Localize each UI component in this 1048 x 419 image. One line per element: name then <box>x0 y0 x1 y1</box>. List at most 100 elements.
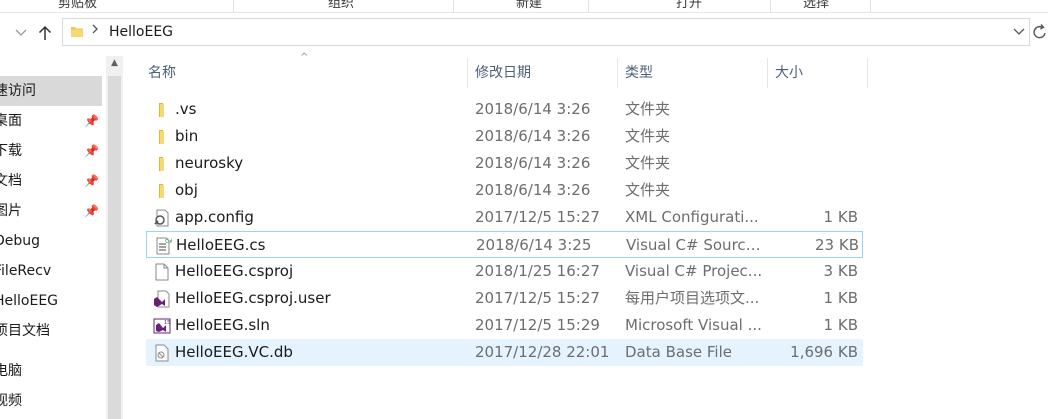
nav-item-pictures[interactable]: 图片 📌 <box>0 196 102 226</box>
up-button[interactable] <box>36 22 54 44</box>
address-dropdown-button[interactable] <box>1013 25 1025 39</box>
nav-item-documents[interactable]: 文档 📌 <box>0 166 102 196</box>
file-name: bin <box>175 127 199 145</box>
pin-icon: 📌 <box>84 174 99 188</box>
refresh-icon <box>1033 24 1046 39</box>
ribbon-separator <box>770 0 771 12</box>
file-row[interactable]: HelloEEG.csproj.user 2017/12/5 15:27 每用户… <box>146 285 863 312</box>
chevron-down-icon <box>15 29 27 36</box>
file-size: 1 KB <box>823 316 858 334</box>
ribbon-label-select: 选择 <box>803 0 830 11</box>
file-row[interactable]: app.config 2017/12/5 15:27 XML Configura… <box>146 204 863 231</box>
file-row[interactable]: bin 2018/6/14 3:26 文件夹 <box>146 123 863 150</box>
nav-item-videos[interactable]: 视频 <box>0 386 102 416</box>
scrollbar-thumb[interactable] <box>108 76 121 419</box>
nav-item-label: 桌面 <box>0 113 22 129</box>
file-date-modified: 2018/1/25 16:27 <box>475 262 600 280</box>
column-header-size[interactable]: 大小 <box>767 58 867 88</box>
file-date-modified: 2017/12/5 15:27 <box>475 289 600 307</box>
pin-icon: 📌 <box>84 144 99 158</box>
file-row[interactable]: .vs 2018/6/14 3:26 文件夹 <box>146 96 863 123</box>
arrow-up-icon <box>38 25 52 40</box>
file-date-modified: 2018/6/14 3:26 <box>475 181 591 199</box>
ribbon-separator <box>870 0 871 12</box>
file-row[interactable]: obj 2018/6/14 3:26 文件夹 <box>146 177 863 204</box>
nav-item-label: 电脑 <box>0 363 22 379</box>
file-name: HelloEEG.cs <box>176 236 266 254</box>
folder-icon <box>152 96 172 123</box>
nav-item-filerecv[interactable]: FileRecv <box>0 256 102 286</box>
navigation-pane: 速访问 桌面 📌 下载 📌 文档 📌 图片 📌 Debug FileRecv Hello… <box>0 56 106 419</box>
file-name: HelloEEG.csproj <box>175 262 294 280</box>
navigation-pane-scrollbar[interactable]: ▲ <box>106 56 123 419</box>
file-type: Microsoft Visual ... <box>625 316 762 334</box>
nav-item-label: FileRecv <box>0 263 52 279</box>
file-size: 1,696 KB <box>790 343 858 361</box>
file-size: 3 KB <box>823 262 858 280</box>
ribbon-label-open: 打开 <box>676 0 703 11</box>
svg-text:C#: C# <box>165 238 172 245</box>
file-name: HelloEEG.VC.db <box>175 343 293 361</box>
chevron-right-icon[interactable] <box>91 23 99 38</box>
file-date-modified: 2017/12/5 15:29 <box>475 316 600 334</box>
nav-item-desktop[interactable]: 桌面 📌 <box>0 106 102 136</box>
folder-icon <box>152 150 172 177</box>
nav-item-quick-access[interactable]: 速访问 <box>0 76 102 106</box>
csharp-file-icon: C# <box>153 232 173 259</box>
file-type: 文件夹 <box>625 154 671 172</box>
file-row-hovered[interactable]: HelloEEG.VC.db 2017/12/28 22:01 Data Bas… <box>146 339 863 366</box>
file-name: HelloEEG.csproj.user <box>175 289 331 307</box>
pin-icon: 📌 <box>84 114 99 128</box>
file-date-modified: 2017/12/5 15:27 <box>475 208 600 226</box>
nav-item-label: Debug <box>0 233 41 249</box>
file-name: neurosky <box>175 154 244 172</box>
file-name: obj <box>175 181 198 199</box>
ribbon-separator <box>588 0 589 12</box>
column-header-name[interactable]: 名称 <box>140 58 467 88</box>
file-row-focused[interactable]: C# HelloEEG.cs 2018/6/14 3:25 Visual C# … <box>146 231 863 258</box>
ribbon-label-new: 新建 <box>516 0 543 11</box>
address-path-segment[interactable]: HelloEEG <box>109 24 173 40</box>
refresh-button[interactable] <box>1033 24 1047 45</box>
address-bar-row: HelloEEG <box>0 14 1048 52</box>
file-size <box>775 96 858 123</box>
ribbon-group-labels: 剪贴板 组织 新建 打开 选择 <box>0 0 1048 13</box>
nav-item-project-docs[interactable]: 项目文档 <box>0 316 102 346</box>
file-size <box>775 123 858 150</box>
nav-item-debug[interactable]: Debug <box>0 226 102 256</box>
column-header-date-modified[interactable]: 修改日期 <box>467 58 617 88</box>
file-size <box>775 177 858 204</box>
file-size: 1 KB <box>823 208 858 226</box>
nav-item-label: 视频 <box>0 393 22 409</box>
file-type: 文件夹 <box>625 100 671 118</box>
file-type: 每用户项目选项文... <box>625 289 760 307</box>
file-date-modified: 2018/6/14 3:26 <box>475 100 591 118</box>
ribbon-label-organize: 组织 <box>328 0 355 11</box>
pin-icon: 📌 <box>84 204 99 218</box>
nav-item-label: 下载 <box>0 143 22 159</box>
visual-studio-file-icon <box>152 285 172 312</box>
folder-icon <box>70 25 84 43</box>
address-input[interactable]: HelloEEG <box>62 18 1030 46</box>
svg-text:15: 15 <box>164 320 170 326</box>
nav-item-helloeeg[interactable]: HelloEEG <box>0 286 102 316</box>
file-date-modified: 2017/12/28 22:01 <box>475 343 610 361</box>
nav-item-label: 图片 <box>0 203 22 219</box>
nav-item-label: 文档 <box>0 173 22 189</box>
chevron-down-icon <box>1013 28 1025 35</box>
ribbon-separator <box>453 0 454 12</box>
column-separator[interactable] <box>867 58 868 88</box>
file-name: .vs <box>175 100 197 118</box>
file-size: 1 KB <box>823 289 858 307</box>
file-row[interactable]: HelloEEG.csproj 2018/1/25 16:27 Visual C… <box>146 258 863 285</box>
folder-icon <box>152 123 172 150</box>
scroll-up-arrow-icon[interactable]: ▲ <box>106 58 123 68</box>
file-row[interactable]: 15 HelloEEG.sln 2017/12/5 15:29 Microsof… <box>146 312 863 339</box>
nav-item-this-pc[interactable]: 电脑 <box>0 356 102 386</box>
nav-item-downloads[interactable]: 下载 📌 <box>0 136 102 166</box>
recent-locations-button[interactable] <box>14 22 28 44</box>
nav-item-label: HelloEEG <box>0 293 59 309</box>
column-header-type[interactable]: 类型 <box>617 58 767 88</box>
file-type: Visual C# Source... <box>626 236 766 254</box>
file-row[interactable]: neurosky 2018/6/14 3:26 文件夹 <box>146 150 863 177</box>
